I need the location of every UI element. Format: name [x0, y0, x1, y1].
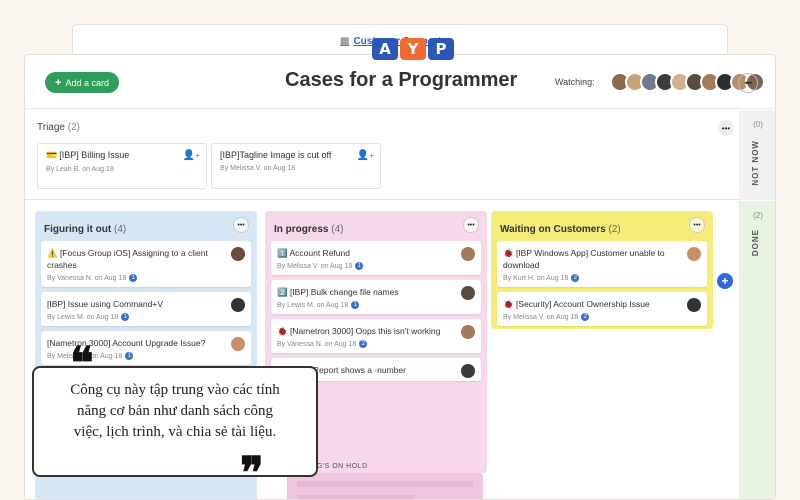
triage-card-meta: By Melissa V. on Aug 18 — [220, 165, 296, 172]
comment-count-badge: 2 — [581, 313, 590, 321]
task-meta: By Melissa V. on Aug 18 1 — [277, 262, 457, 270]
comment-count-badge: 1 — [125, 352, 134, 360]
comment-count-badge: 1 — [121, 313, 130, 321]
grid-icon: ▦ — [340, 36, 350, 47]
task-meta: By Lewis M. on Aug 18 1 — [277, 301, 457, 309]
task-title: 🐞 [IBP Windows App] Customer unable to d… — [503, 248, 665, 270]
quote-text: Công cụ này tập trung vào các tính năng … — [70, 382, 280, 440]
avatar — [687, 298, 701, 312]
triage-card-title: 💳 [IBP] Billing Issue — [46, 150, 130, 160]
task-card[interactable]: 1️⃣ Account Refund By Melissa V. on Aug … — [271, 241, 481, 275]
not-now-count: (0) — [753, 120, 763, 129]
task-card[interactable]: ⚠️ [Focus Group iOS] Assigning to a clie… — [41, 241, 251, 287]
task-meta: By Kurt H. on Aug 18 2 — [503, 274, 683, 282]
comment-count-badge: 2 — [359, 340, 368, 348]
task-title: 🐞 [Security] Account Ownership Issue — [503, 299, 650, 309]
avatar — [231, 337, 245, 351]
task-meta: By Lewis M. on Aug 18 1 — [47, 313, 227, 321]
logo-letter-p: P — [428, 38, 454, 60]
task-meta: By Vanessa N. on Aug 18 1 — [47, 274, 227, 282]
comment-count-badge: 1 — [355, 262, 364, 270]
triage-card-meta: By Leah B. on Aug 18 — [46, 166, 114, 173]
avatar — [461, 286, 475, 300]
triage-more-button[interactable]: ••• — [718, 120, 734, 136]
column-more-button[interactable]: ••• — [463, 217, 479, 233]
avatar — [231, 247, 245, 261]
task-title: [IBP] Issue using Command+V — [47, 299, 163, 309]
avatar — [461, 247, 475, 261]
done-label: DONE — [751, 229, 760, 257]
logo-letter-a: A — [372, 38, 398, 60]
task-title: 🐞 [Nametron 3000] Oops this isn't workin… — [277, 326, 441, 336]
comment-count-badge: 1 — [129, 274, 138, 282]
task-card[interactable]: 🐞 [Nametron 3000] Oops this isn't workin… — [271, 319, 481, 353]
column-more-button[interactable]: ••• — [233, 217, 249, 233]
column-title: In progress (4) — [274, 224, 344, 235]
add-card-label: Add a card — [65, 77, 109, 88]
done-count: (2) — [753, 211, 763, 220]
plus-icon: + — [55, 76, 62, 89]
avatar — [687, 247, 701, 261]
assign-person-icon[interactable]: 👤+ — [357, 150, 374, 161]
column-title: Waiting on Customers (2) — [500, 224, 621, 235]
task-card[interactable]: 🐞 [Security] Account Ownership Issue By … — [497, 292, 707, 326]
task-title: ⚠️ [Focus Group iOS] Assigning to a clie… — [47, 248, 208, 270]
not-now-label: NOT NOW — [751, 140, 760, 186]
triage-card[interactable]: 💳 [IBP] Billing Issue By Leah B. on Aug 1… — [37, 143, 207, 189]
task-card[interactable]: 🐞 [IBP Windows App] Customer unable to d… — [497, 241, 707, 287]
task-card[interactable]: 2️⃣ [IBP] Bulk change file names By Lewi… — [271, 280, 481, 314]
triage-count: (2) — [67, 122, 80, 133]
close-quote-icon: ❞ — [240, 448, 264, 499]
add-card-button[interactable]: + Add a card — [45, 72, 119, 93]
assign-person-icon[interactable]: 👤+ — [183, 150, 200, 161]
task-title: 1️⃣ Account Refund — [277, 248, 350, 258]
watching-label: Watching: — [555, 77, 595, 87]
column-more-button[interactable]: ••• — [689, 217, 705, 233]
ayp-logo: A Y P — [372, 38, 454, 60]
done-column[interactable]: (2) DONE — [739, 201, 775, 499]
column-waiting-on-customers: Waiting on Customers (2) ••• 🐞 [IBP Wind… — [491, 211, 713, 329]
on-hold-area[interactable] — [287, 473, 483, 499]
triage-label: Triage — [37, 122, 65, 133]
avatar — [231, 298, 245, 312]
avatar — [461, 325, 475, 339]
triage-card[interactable]: [IBP]Tagline Image is cut off By Melissa… — [211, 143, 381, 189]
column-header: Figuring it out (4) ••• — [41, 217, 251, 237]
add-column-button[interactable]: + — [717, 273, 733, 289]
task-meta: By Melissa V. on Aug 18 2 — [503, 313, 683, 321]
triage-title: Triage (2) — [37, 122, 80, 133]
column-title: Figuring it out (4) — [44, 224, 127, 235]
board-header: + Add a card Cases for a Programmer Watc… — [25, 55, 775, 109]
avatar — [461, 364, 475, 378]
not-now-column[interactable]: (0) NOT NOW — [739, 110, 775, 200]
logo-letter-y: Y — [400, 38, 426, 60]
task-meta: By Vanessa N. on Aug 18 2 — [277, 340, 457, 348]
triage-section: Triage (2) ••• 💳 [IBP] Billing Issue By L… — [25, 110, 739, 200]
comment-count-badge: 1 — [351, 301, 360, 309]
column-header: Waiting on Customers (2) ••• — [497, 217, 707, 237]
column-header: In progress (4) ••• — [271, 217, 481, 237]
task-title: 2️⃣ [IBP] Bulk change file names — [277, 287, 399, 297]
card-icon: 💳 — [46, 150, 58, 160]
board-more-button[interactable]: ••• — [738, 73, 758, 93]
open-quote-icon: ❝ — [70, 338, 94, 389]
comment-count-badge: 2 — [571, 274, 580, 282]
page-title: Cases for a Programmer — [285, 69, 518, 91]
triage-card-title: [IBP]Tagline Image is cut off — [220, 150, 332, 160]
task-card[interactable]: [IBP] Issue using Command+V By Lewis M. … — [41, 292, 251, 326]
